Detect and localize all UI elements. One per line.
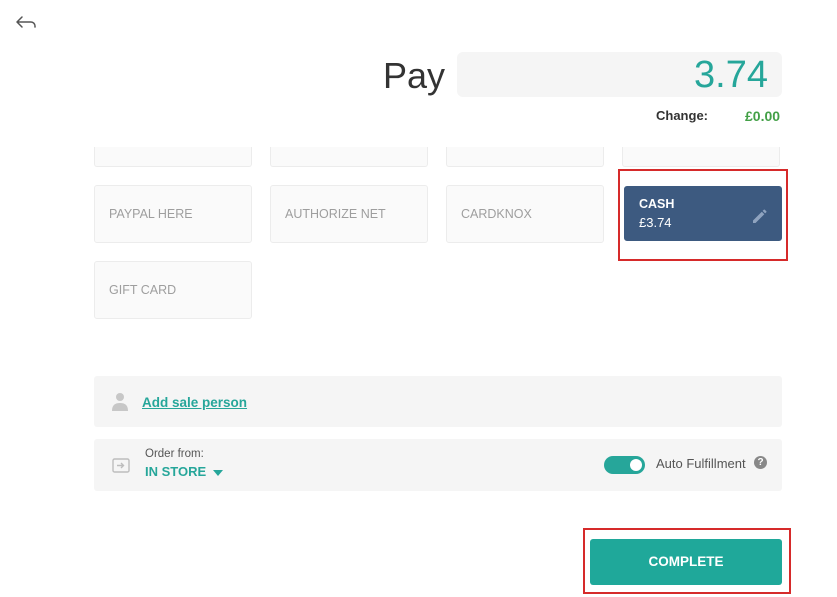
toggle-knob xyxy=(630,459,642,471)
auto-fulfillment-toggle[interactable] xyxy=(604,456,645,474)
payment-method-tile[interactable] xyxy=(94,147,252,167)
cash-amount: £3.74 xyxy=(639,215,672,230)
auto-fulfillment-label: Auto Fulfillment xyxy=(656,456,746,471)
payment-method-cardknox[interactable]: CARDKNOX xyxy=(446,185,604,243)
payment-method-label: CARDKNOX xyxy=(461,207,532,221)
payment-method-label: GIFT CARD xyxy=(109,283,177,297)
payment-method-paypal-here[interactable]: PAYPAL HERE xyxy=(94,185,252,243)
payment-method-label: AUTHORIZE NET xyxy=(285,207,386,221)
pencil-icon[interactable] xyxy=(751,207,769,225)
change-value: £0.00 xyxy=(745,108,781,124)
back-arrow-icon[interactable] xyxy=(14,12,38,34)
store-icon xyxy=(112,458,130,473)
change-label: Change: xyxy=(656,108,708,123)
help-icon[interactable]: ? xyxy=(754,456,767,469)
caret-down-icon xyxy=(213,469,224,476)
payment-method-authorize-net[interactable]: AUTHORIZE NET xyxy=(270,185,428,243)
pay-amount-field[interactable]: 3.74 xyxy=(457,52,782,97)
person-icon xyxy=(111,392,129,412)
pay-label: Pay xyxy=(383,55,446,96)
complete-button[interactable]: COMPLETE xyxy=(590,539,782,585)
payment-method-gift-card[interactable]: GIFT CARD xyxy=(94,261,252,319)
payment-method-tile[interactable] xyxy=(270,147,428,167)
cash-label: CASH xyxy=(639,197,675,211)
order-from-value: IN STORE xyxy=(145,464,207,479)
payment-methods-list: PAYPAL HERE AUTHORIZE NET CARDKNOX CASH … xyxy=(86,147,790,337)
add-sale-person-link[interactable]: Add sale person xyxy=(142,395,247,410)
sale-person-bar: Add sale person xyxy=(94,376,782,427)
payment-method-cash[interactable]: CASH £3.74 xyxy=(624,186,782,241)
order-from-label: Order from: xyxy=(145,448,204,460)
payment-method-tile[interactable] xyxy=(622,147,780,167)
order-from-bar: Order from: IN STORE Auto Fulfillment ? xyxy=(94,439,782,491)
payment-method-tile[interactable] xyxy=(446,147,604,167)
payment-method-label: PAYPAL HERE xyxy=(109,207,193,221)
order-from-dropdown[interactable]: IN STORE xyxy=(145,464,224,479)
